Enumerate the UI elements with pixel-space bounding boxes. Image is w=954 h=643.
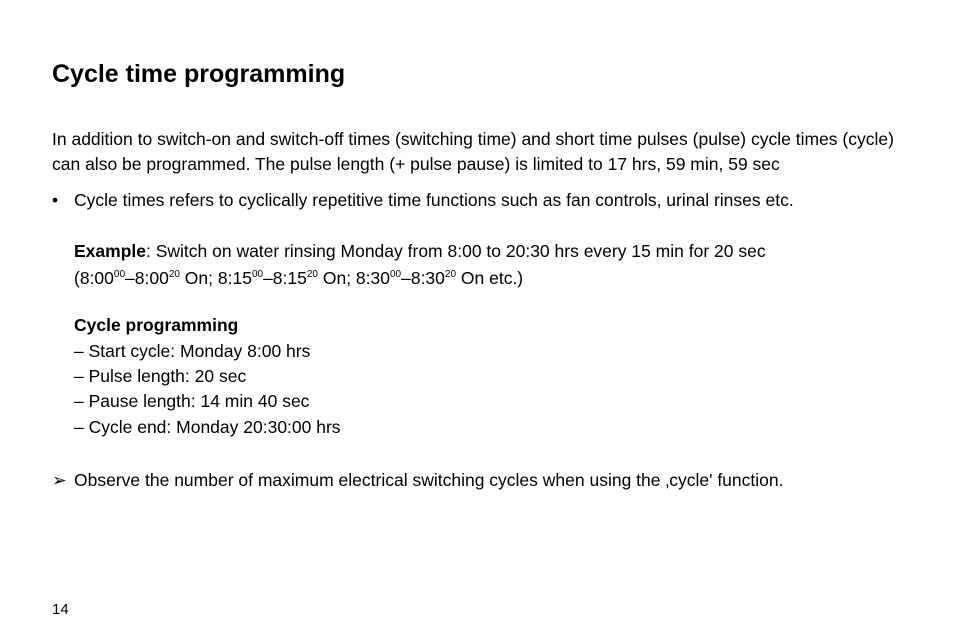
t-sup3: 00: [252, 269, 263, 280]
intro-paragraph: In addition to switch-on and switch-off …: [52, 127, 902, 176]
cycle-item: – Pause length: 14 min 40 sec: [74, 389, 902, 414]
arrow-icon: ➢: [52, 468, 74, 493]
page-heading: Cycle time programming: [52, 60, 902, 89]
page-number: 14: [52, 601, 69, 618]
t-on3: On etc.): [456, 268, 523, 288]
note-row: ➢ Observe the number of maximum electric…: [52, 468, 902, 493]
t-d3: –8:30: [401, 268, 445, 288]
bullet-icon: •: [52, 188, 74, 213]
t-on2: On; 8:30: [318, 268, 390, 288]
bullet-text: Cycle times refers to cyclically repetit…: [74, 188, 794, 213]
note-text: Observe the number of maximum electrical…: [74, 468, 783, 493]
cycle-item: – Cycle end: Monday 20:30:00 hrs: [74, 415, 902, 440]
t-sup6: 20: [445, 269, 456, 280]
example-block: Example: Switch on water rinsing Monday …: [74, 239, 902, 292]
cycle-item: – Start cycle: Monday 8:00 hrs: [74, 339, 902, 364]
example-text: : Switch on water rinsing Monday from 8:…: [146, 241, 766, 261]
t-d2: –8:15: [263, 268, 307, 288]
t-sup2: 20: [169, 269, 180, 280]
cycle-heading: Cycle programming: [74, 313, 902, 338]
t-prefix: (8:00: [74, 268, 114, 288]
t-on1: On; 8:15: [180, 268, 252, 288]
t-d1: –8:00: [125, 268, 169, 288]
t-sup4: 20: [307, 269, 318, 280]
example-times: (8:0000–8:0020 On; 8:1500–8:1520 On; 8:3…: [74, 266, 902, 291]
bullet-item: • Cycle times refers to cyclically repet…: [52, 188, 902, 213]
cycle-item: – Pulse length: 20 sec: [74, 364, 902, 389]
t-sup1: 00: [114, 269, 125, 280]
example-label: Example: [74, 241, 146, 261]
cycle-block: Cycle programming – Start cycle: Monday …: [74, 313, 902, 440]
t-sup5: 00: [390, 269, 401, 280]
